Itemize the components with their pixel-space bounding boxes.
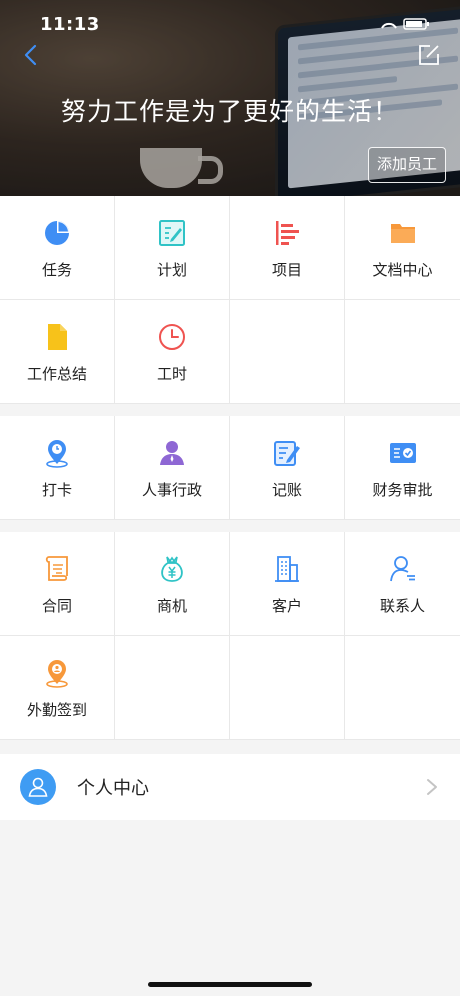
admin-section-grid: 打卡 人事行政 记账 财务审批 (0, 416, 460, 520)
grid-item-hr[interactable]: 人事行政 (115, 416, 230, 520)
grid-item-label: 商机 (156, 597, 187, 615)
grid-item-label: 工时 (156, 365, 187, 383)
add-employee-button[interactable]: 添加员工 (367, 147, 446, 183)
personal-center-label: 个人中心 (77, 778, 149, 799)
status-icons (380, 18, 432, 33)
user-avatar-icon (20, 769, 56, 805)
contact-person-icon (389, 556, 415, 582)
grid-empty-cell (345, 636, 460, 740)
grid-item-summary[interactable]: 工作总结 (0, 300, 115, 404)
clock-icon (159, 324, 185, 350)
grid-item-finance-approval[interactable]: 财务审批 (345, 416, 460, 520)
money-bag-icon (161, 556, 183, 582)
location-person-icon (46, 660, 68, 688)
chevron-right-icon (427, 779, 437, 795)
grid-item-label: 任务 (41, 261, 72, 279)
status-time: 11:13 (40, 14, 100, 35)
edit-document-icon (159, 220, 185, 246)
grid-empty-cell (230, 300, 345, 404)
grid-item-label: 项目 (271, 261, 302, 279)
building-icon (275, 556, 299, 582)
bar-list-icon (276, 221, 299, 245)
approval-card-icon (389, 443, 416, 463)
grid-item-label: 外勤签到 (26, 701, 87, 719)
grid-item-opportunity[interactable]: 商机 (115, 532, 230, 636)
pie-chart-icon (45, 221, 69, 245)
grid-item-customer[interactable]: 客户 (230, 532, 345, 636)
grid-item-project[interactable]: 项目 (230, 196, 345, 300)
grid-item-docs[interactable]: 文档中心 (345, 196, 460, 300)
grid-empty-cell (345, 300, 460, 404)
grid-item-label: 联系人 (379, 597, 425, 615)
grid-empty-cell (115, 636, 230, 740)
crm-section-grid: 合同 商机 客户 联系人 外勤签到 (0, 532, 460, 740)
scroll-contract-icon (45, 556, 68, 581)
grid-item-plan[interactable]: 计划 (115, 196, 230, 300)
location-clock-icon (46, 440, 68, 468)
grid-item-label: 记账 (271, 481, 302, 499)
grid-item-contacts[interactable]: 联系人 (345, 532, 460, 636)
folder-icon (390, 224, 415, 243)
edit-icon[interactable] (418, 44, 440, 66)
grid-item-field-checkin[interactable]: 外勤签到 (0, 636, 115, 740)
home-indicator (148, 982, 312, 987)
grid-empty-cell (230, 636, 345, 740)
grid-item-task[interactable]: 任务 (0, 196, 115, 300)
personal-center-row[interactable]: 个人中心 (0, 754, 460, 820)
grid-item-label: 合同 (41, 597, 72, 615)
grid-item-label: 文档中心 (372, 261, 433, 279)
back-icon[interactable] (22, 44, 40, 66)
grid-item-worktime[interactable]: 工时 (115, 300, 230, 404)
file-icon (48, 324, 67, 350)
grid-item-label: 打卡 (41, 481, 72, 499)
grid-item-label: 人事行政 (141, 481, 202, 499)
note-edit-icon (274, 441, 300, 466)
grid-item-label: 工作总结 (26, 365, 87, 383)
header-slogan: 努力工作是为了更好的生活！ (60, 97, 399, 126)
grid-item-clockin[interactable]: 打卡 (0, 416, 115, 520)
grid-item-contract[interactable]: 合同 (0, 532, 115, 636)
work-section-grid: 任务 计划 项目 文档中心 工作总结 工时 (0, 196, 460, 404)
grid-item-label: 财务审批 (372, 481, 433, 499)
grid-item-label: 计划 (156, 261, 187, 279)
grid-item-accounting[interactable]: 记账 (230, 416, 345, 520)
grid-item-label: 客户 (271, 597, 302, 615)
person-icon (160, 441, 184, 465)
